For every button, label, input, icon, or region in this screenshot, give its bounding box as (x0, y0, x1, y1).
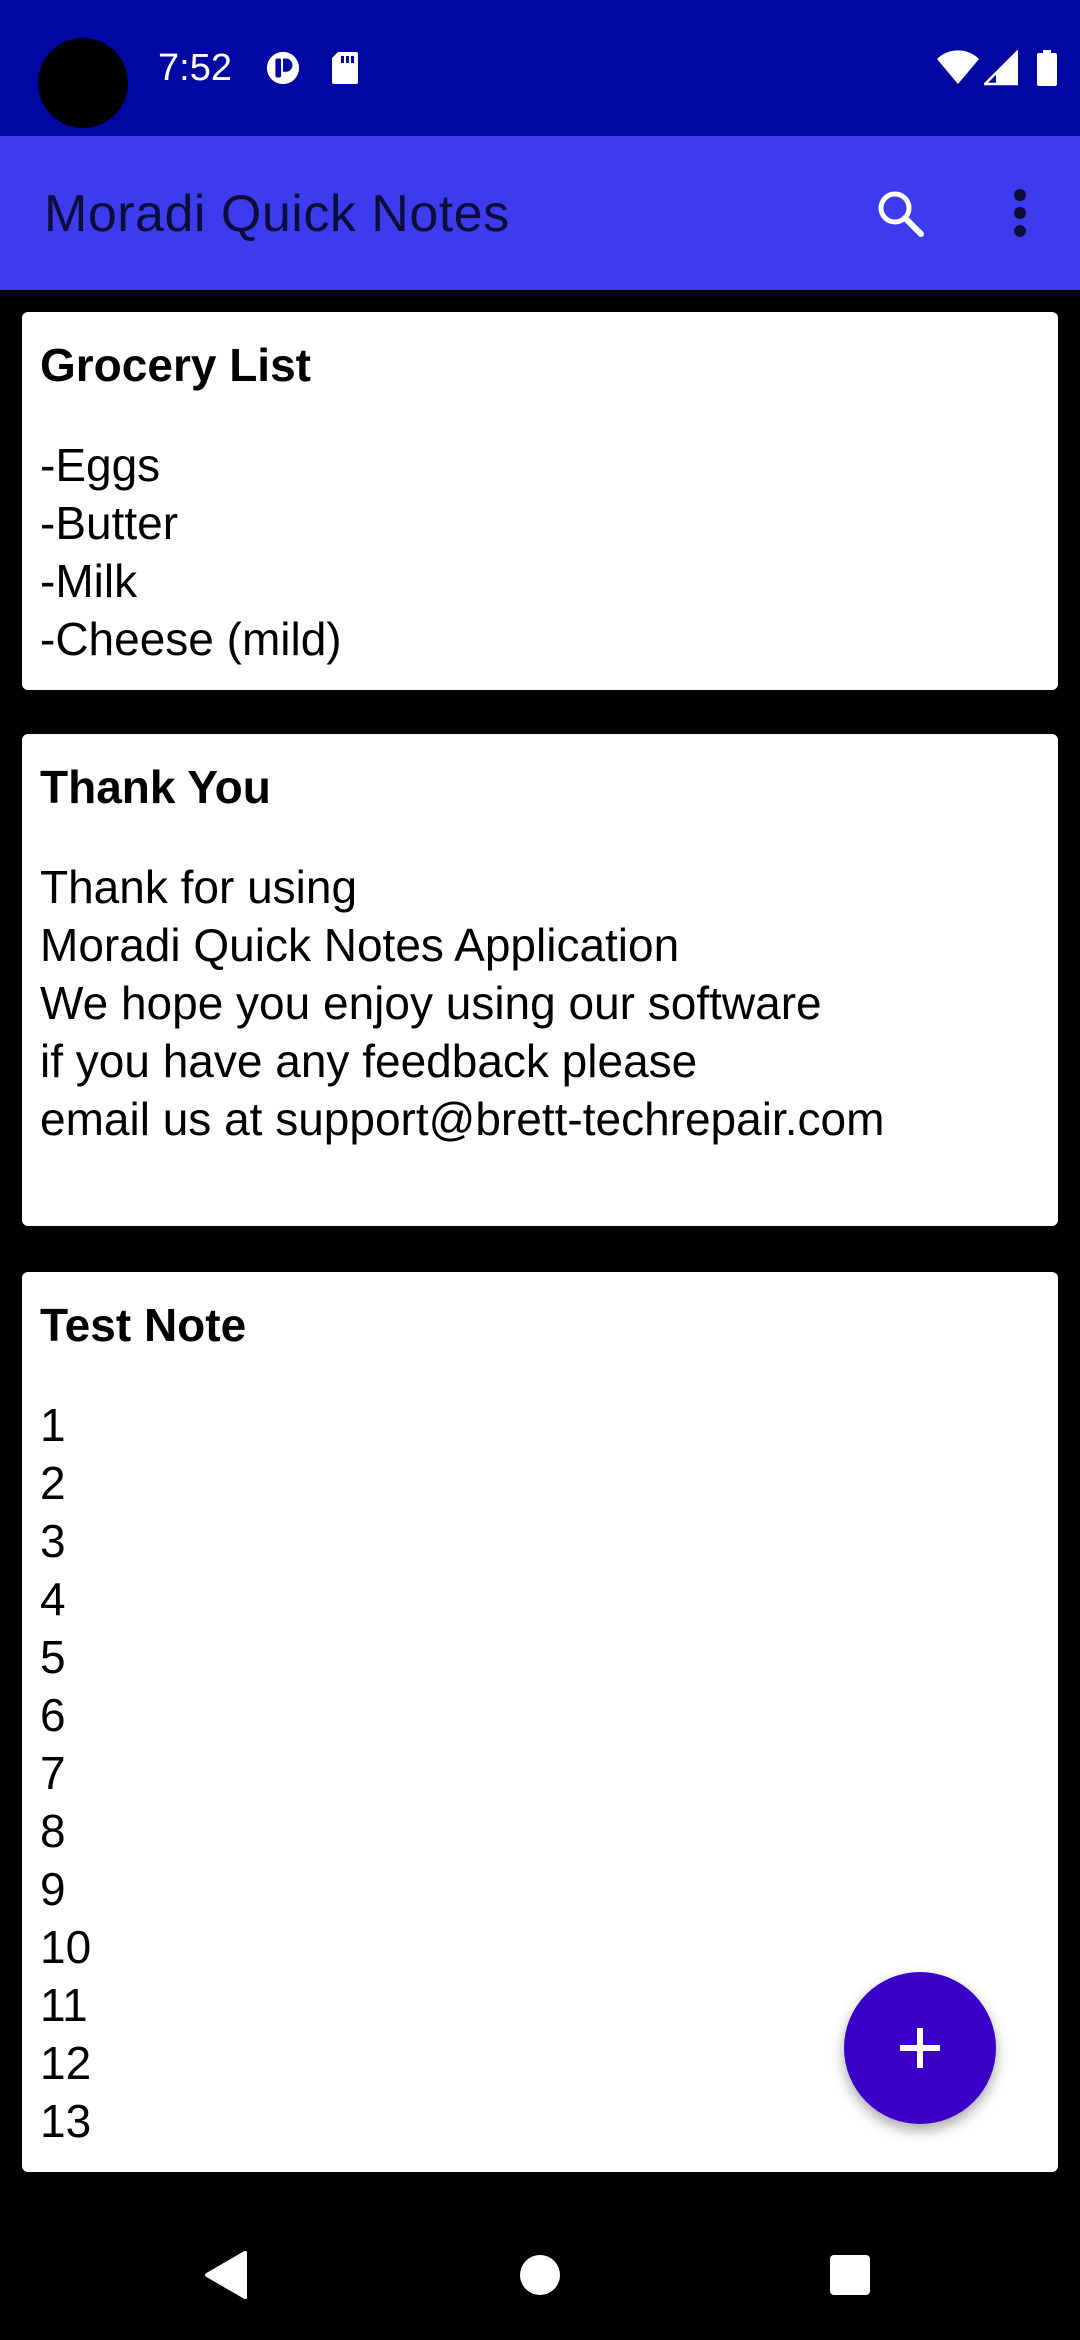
home-icon (520, 2255, 560, 2295)
note-body: Thank for using Moradi Quick Notes Appli… (40, 861, 885, 1145)
recents-button[interactable] (780, 2210, 920, 2340)
app-title: Moradi Quick Notes (44, 185, 510, 243)
back-button[interactable] (156, 2210, 296, 2340)
wifi-icon (937, 50, 979, 84)
note-card[interactable]: Thank You Thank for using Moradi Quick N… (22, 734, 1058, 1226)
note-title: Grocery List (40, 339, 311, 391)
back-icon (205, 2251, 247, 2299)
note-title: Thank You (40, 761, 271, 813)
screen: 7:52 Moradi Quick Notes Grocery List -Eg… (0, 0, 1080, 2340)
app-bar: Moradi Quick Notes (0, 136, 1080, 290)
recents-icon (830, 2255, 870, 2295)
search-icon (878, 191, 924, 237)
camera-cutout (38, 38, 128, 128)
home-button[interactable] (470, 2210, 610, 2340)
note-title: Test Note (40, 1299, 247, 1351)
plus-icon (900, 2028, 940, 2068)
status-time: 7:52 (158, 47, 232, 89)
more-options-button[interactable] (990, 181, 1050, 245)
navigation-bar (0, 2210, 1080, 2340)
note-body: -Eggs -Butter -Milk -Cheese (mild) (40, 439, 342, 665)
app-notification-icon (266, 51, 300, 85)
battery-icon (1037, 50, 1057, 86)
note-card[interactable]: Grocery List -Eggs -Butter -Milk -Cheese… (22, 312, 1058, 690)
status-bar: 7:52 (0, 0, 1080, 136)
search-button[interactable] (868, 181, 932, 245)
more-vert-icon (1014, 189, 1026, 237)
add-note-button[interactable] (844, 1972, 996, 2124)
sd-card-icon (332, 52, 358, 84)
signal-icon (984, 50, 1018, 86)
notes-list[interactable]: Grocery List -Eggs -Butter -Milk -Cheese… (0, 290, 1080, 2210)
